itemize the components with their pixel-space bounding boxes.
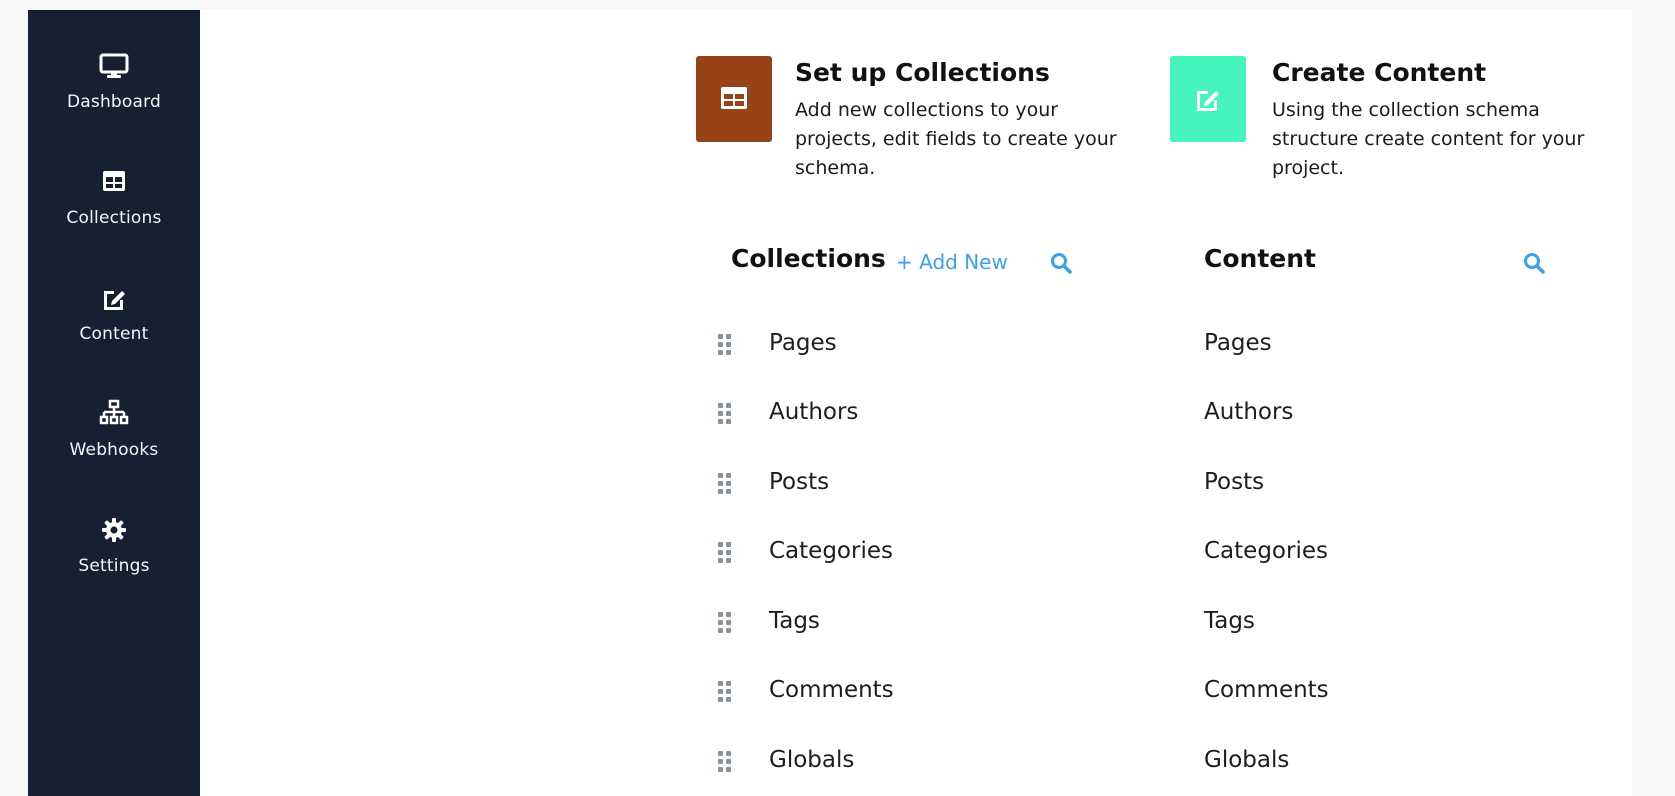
sidebar-item-label: Dashboard bbox=[66, 92, 162, 112]
collection-name: Categories bbox=[769, 538, 893, 564]
add-new-collection-button[interactable]: + Add New bbox=[896, 250, 1008, 274]
collection-name: Authors bbox=[769, 399, 859, 425]
sidebar-item-label: Content bbox=[79, 324, 149, 344]
table-icon bbox=[721, 87, 747, 109]
gear-icon bbox=[102, 518, 126, 542]
content-list-item[interactable]: Pages bbox=[1204, 330, 1272, 356]
collection-name: Globals bbox=[769, 747, 855, 773]
sitemap-icon bbox=[99, 399, 129, 425]
sidebar-item-webhooks[interactable]: Webhooks bbox=[28, 398, 200, 488]
content-heading: Content bbox=[1204, 244, 1316, 273]
edit-icon bbox=[1197, 91, 1219, 111]
setup-collections-title: Set up Collections bbox=[795, 58, 1050, 87]
collection-name: Pages bbox=[769, 330, 837, 356]
sidebar-item-settings[interactable]: Settings bbox=[28, 514, 200, 604]
create-content-title: Create Content bbox=[1272, 58, 1487, 87]
content-list-item[interactable]: Posts bbox=[1204, 469, 1264, 495]
drag-handle-icon[interactable] bbox=[718, 612, 732, 636]
setup-collections-tile[interactable] bbox=[696, 56, 772, 142]
sidebar-item-label: Webhooks bbox=[69, 440, 159, 460]
app-window: Dashboard Collections Content Webhooks S… bbox=[28, 10, 1632, 796]
collections-heading: Collections bbox=[731, 244, 886, 273]
collection-name: Tags bbox=[769, 608, 820, 634]
drag-handle-icon[interactable] bbox=[718, 334, 732, 358]
sidebar-item-content[interactable]: Content bbox=[28, 282, 200, 372]
content-list-item[interactable]: Authors bbox=[1204, 399, 1293, 425]
search-icon[interactable] bbox=[1050, 252, 1072, 274]
collection-name: Posts bbox=[769, 469, 830, 495]
search-icon[interactable] bbox=[1523, 252, 1545, 274]
drag-handle-icon[interactable] bbox=[718, 681, 732, 705]
setup-collections-description: Add new collections to your projects, ed… bbox=[795, 99, 1117, 179]
drag-handle-icon[interactable] bbox=[718, 751, 732, 775]
drag-handle-icon[interactable] bbox=[718, 403, 732, 427]
sidebar-item-collections[interactable]: Collections bbox=[28, 166, 200, 256]
content-list-item[interactable]: Comments bbox=[1204, 677, 1329, 703]
sidebar: Dashboard Collections Content Webhooks S… bbox=[28, 10, 200, 796]
sidebar-item-label: Collections bbox=[66, 208, 162, 228]
edit-icon bbox=[104, 291, 125, 310]
drag-handle-icon[interactable] bbox=[718, 473, 732, 497]
monitor-icon bbox=[99, 53, 129, 78]
create-content-tile[interactable] bbox=[1170, 56, 1246, 142]
content-list-item[interactable]: Categories bbox=[1204, 538, 1328, 564]
content-list-item[interactable]: Globals bbox=[1204, 747, 1289, 773]
sidebar-item-dashboard[interactable]: Dashboard bbox=[28, 50, 200, 140]
sidebar-item-label: Settings bbox=[78, 556, 150, 576]
drag-handle-icon[interactable] bbox=[718, 542, 732, 566]
table-icon bbox=[103, 171, 125, 191]
collection-name: Comments bbox=[769, 677, 894, 703]
content-list-item[interactable]: Tags bbox=[1204, 608, 1255, 634]
create-content-description: Using the collection schema structure cr… bbox=[1272, 99, 1585, 179]
